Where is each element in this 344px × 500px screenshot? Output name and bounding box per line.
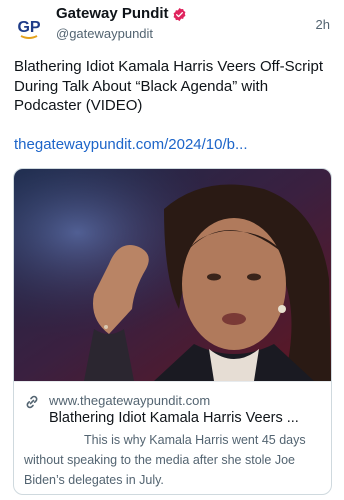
post[interactable]: GP Gateway Pundit @gatewaypundit 2h Blat… (0, 0, 344, 500)
post-text: Blathering Idiot Kamala Harris Veers Off… (14, 58, 324, 114)
avatar[interactable]: GP (12, 10, 46, 44)
link-preview-card[interactable]: www.thegatewaypundit.com Blathering Idio… (13, 168, 332, 495)
link-preview-description-text: This is why Kamala Harris went 45 days w… (24, 433, 306, 487)
post-link[interactable]: thegatewaypundit.com/2024/10/b... (14, 135, 248, 154)
link-preview-description: This is why Kamala Harris went 45 days w… (24, 430, 324, 490)
author-name[interactable]: Gateway Pundit (56, 5, 169, 23)
link-icon (24, 394, 40, 410)
link-preview-image (14, 169, 331, 381)
avatar-logo: GP (12, 10, 46, 44)
link-preview-domain: www.thegatewaypundit.com (49, 393, 211, 408)
author-handle[interactable]: @gatewaypundit (56, 26, 153, 42)
verified-badge-icon (172, 7, 187, 22)
post-time[interactable]: 2h (316, 17, 330, 32)
avatar-logo-text: GP (17, 19, 40, 36)
author-name-row: Gateway Pundit (56, 5, 187, 23)
link-preview-meta: www.thegatewaypundit.com Blathering Idio… (14, 381, 331, 494)
link-preview-title: Blathering Idiot Kamala Harris Veers ... (49, 410, 299, 426)
